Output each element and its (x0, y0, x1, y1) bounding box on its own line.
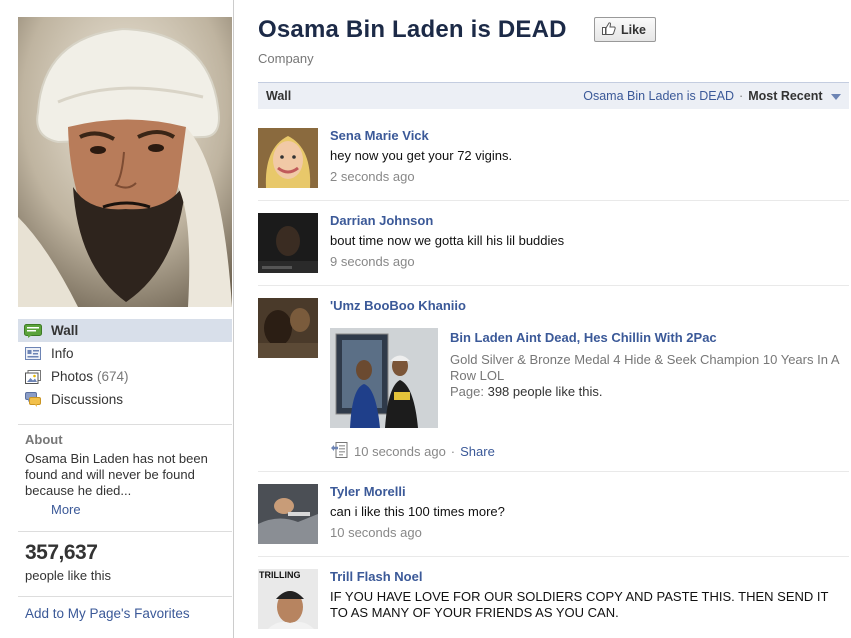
left-column: Wall Info Photos (674) Discussions About… (0, 0, 234, 638)
profile-picture[interactable] (18, 17, 232, 307)
shared-page-attachment: Bin Laden Aint Dead, Hes Chillin With 2P… (330, 328, 839, 428)
info-icon (24, 347, 42, 361)
story-actor[interactable]: Sena Marie Vick (330, 128, 835, 144)
story-timestamp[interactable]: 10 seconds ago (330, 524, 835, 542)
divider (18, 531, 232, 532)
story-message: bout time now we gotta kill his lil budd… (330, 233, 565, 248)
story-timestamp[interactable]: 9 seconds ago (330, 253, 835, 271)
avatar[interactable] (258, 298, 318, 358)
wall-sort-label: Most Recent (748, 89, 823, 103)
story-body: Darrian Johnson bout time now we gotta k… (330, 213, 835, 271)
story-body: Tyler Morelli can i like this 100 times … (330, 484, 835, 542)
nav-discussions-label: Discussions (51, 392, 124, 407)
wall-story: Darrian Johnson bout time now we gotta k… (258, 213, 849, 286)
nav-info[interactable]: Info (18, 342, 232, 365)
story-body: 'Umz BooBoo Khaniio Bin Laden Aint Dead,… (330, 298, 839, 461)
attachment-thumbnail[interactable] (330, 328, 438, 428)
page-category: Company (258, 51, 314, 66)
like-button[interactable]: Like (594, 17, 657, 42)
profile-photo-illustration (18, 17, 232, 307)
wall-story: Sena Marie Vick hey now you get your 72 … (258, 128, 849, 201)
story-timestamp[interactable]: 2 seconds ago (330, 168, 835, 186)
story-timestamp[interactable]: 10 seconds ago (354, 444, 446, 459)
share-link[interactable]: Share (460, 444, 495, 459)
attachment-details: Bin Laden Aint Dead, Hes Chillin With 2P… (450, 328, 840, 400)
like-button-label: Like (621, 22, 647, 37)
story-actor[interactable]: 'Umz BooBoo Khaniio (330, 298, 835, 314)
nav-photos[interactable]: Photos (674) (18, 365, 232, 388)
story-meta: 10 seconds ago · Share (330, 442, 835, 461)
divider (18, 424, 232, 425)
about-box: About Osama Bin Laden has not been found… (25, 432, 230, 517)
nav-photos-label: Photos (51, 369, 94, 384)
avatar[interactable] (258, 128, 318, 188)
avatar-logo-text: TRILLING (259, 570, 301, 580)
avatar[interactable] (258, 213, 318, 273)
likes-label: people like this (25, 568, 111, 583)
wall-story: TRILLING Trill Flash Noel IF YOU HAVE LO… (258, 569, 849, 638)
likes-count: 357,637 (25, 541, 98, 564)
wall-filter-separator: · (739, 89, 744, 103)
page-share-icon (330, 442, 348, 461)
attachment-fans: Page: 398 people like this. (450, 384, 840, 400)
thumbs-up-icon (602, 21, 616, 38)
nav-info-label: Info (51, 346, 74, 361)
nav-wall-label: Wall (51, 323, 79, 338)
story-message: IF YOU HAVE LOVE FOR OUR SOLDIERS COPY A… (330, 589, 829, 620)
about-more-link[interactable]: More (51, 502, 230, 517)
wall-header: Wall Osama Bin Laden is DEAD · Most Rece… (258, 82, 849, 109)
wall-sort-dropdown[interactable]: Most Recent (748, 89, 841, 103)
discussions-icon (24, 392, 42, 407)
attachment-description: Gold Silver & Bronze Medal 4 Hide & Seek… (450, 352, 839, 383)
chevron-down-icon (831, 93, 841, 100)
add-to-favorites-link[interactable]: Add to My Page's Favorites (25, 606, 190, 621)
photos-icon (24, 369, 42, 384)
about-heading: About (25, 432, 63, 447)
story-actor[interactable]: Darrian Johnson (330, 213, 835, 229)
about-text: Osama Bin Laden has not been found and w… (25, 451, 208, 498)
divider (18, 596, 232, 597)
wall-title: Wall (266, 89, 292, 103)
nav-photos-count: (674) (97, 369, 129, 384)
story-body: Trill Flash Noel IF YOU HAVE LOVE FOR OU… (330, 569, 835, 621)
wall-story: 'Umz BooBoo Khaniio Bin Laden Aint Dead,… (258, 298, 849, 472)
story-actor[interactable]: Trill Flash Noel (330, 569, 835, 585)
story-body: Sena Marie Vick hey now you get your 72 … (330, 128, 835, 186)
avatar[interactable]: TRILLING (258, 569, 318, 629)
nav-wall[interactable]: Wall (18, 319, 232, 342)
wall-icon (24, 323, 42, 338)
story-message: hey now you get your 72 vigins. (330, 148, 513, 163)
nav-discussions[interactable]: Discussions (18, 388, 232, 411)
attachment-fans-count: 398 people like this. (487, 384, 603, 399)
page-title: Osama Bin Laden is DEAD (258, 16, 567, 43)
story-message: can i like this 100 times more? (330, 504, 505, 519)
wall-filter-page[interactable]: Osama Bin Laden is DEAD (583, 89, 734, 103)
attachment-title[interactable]: Bin Laden Aint Dead, Hes Chillin With 2P… (450, 330, 840, 346)
story-actor[interactable]: Tyler Morelli (330, 484, 835, 500)
avatar[interactable] (258, 484, 318, 544)
likes-box: 357,637 people like this (25, 541, 111, 583)
wall-story: Tyler Morelli can i like this 100 times … (258, 484, 849, 557)
meta-separator: · (450, 444, 456, 459)
attachment-fans-prefix: Page: (450, 384, 488, 399)
page-nav: Wall Info Photos (674) Discussions (18, 319, 232, 411)
